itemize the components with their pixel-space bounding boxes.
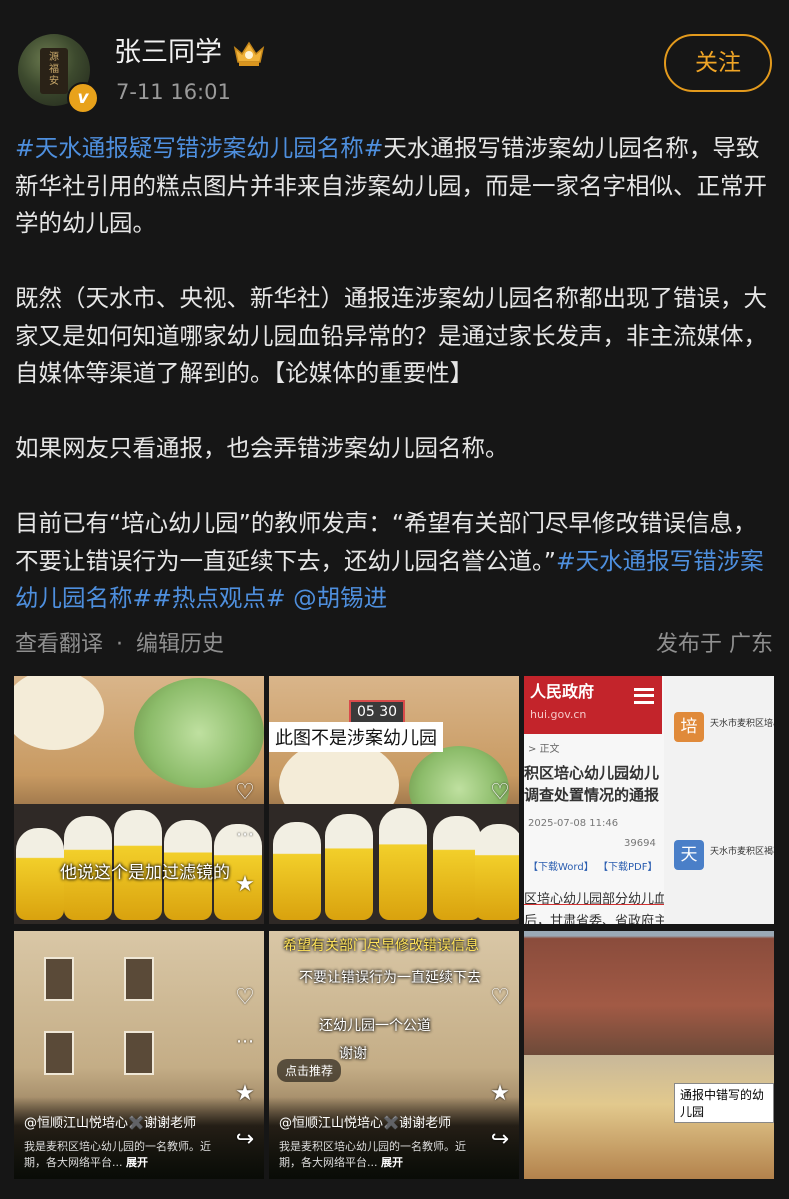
- breadcrumb: > 正文: [528, 744, 560, 755]
- video-caption: @恒顺江山悦培心✖️谢谢老师 我是麦积区培心幼儿园的一名教师。近期，各大网络平台…: [14, 1097, 264, 1179]
- article-body: 后，甘肃省委、省政府主: [524, 914, 668, 924]
- post-image-5[interactable]: 希望有关部门尽早修改错误信息 不要让错误行为一直延续下去 还幼儿园一个公道 谢谢…: [269, 931, 519, 1179]
- verified-v-icon: v: [67, 82, 99, 114]
- download-word-link[interactable]: 【下载Word】: [528, 858, 594, 873]
- kindergarten-badge: 天: [674, 840, 704, 870]
- gov-site-title: 人民政府: [530, 682, 595, 701]
- post-image-6[interactable]: 通报中错写的幼儿园: [524, 931, 774, 1179]
- star-icon[interactable]: ★: [232, 872, 258, 897]
- post-paragraph-1: #天水通报疑写错涉案幼儿园名称#天水通报写错涉案幼儿园名称，导致新华社引用的糕点…: [15, 130, 775, 243]
- gov-site-header: 人民政府 hui.gov.cn: [524, 676, 662, 734]
- follow-button[interactable]: 关注: [664, 34, 772, 92]
- post-image-1[interactable]: 他说这个是加过滤镜的 ♡ ⋯ ★: [14, 676, 264, 924]
- more-icon[interactable]: ⋯: [232, 824, 258, 845]
- download-pdf-link[interactable]: 【下载PDF】: [598, 858, 657, 873]
- post-paragraph-3: 如果网友只看通报，也会弄错涉案幼儿园名称。: [15, 434, 509, 462]
- image-overlay-text: 谢谢: [339, 1046, 367, 1062]
- kindergarten-badge: 培: [674, 712, 704, 742]
- heart-icon[interactable]: ♡: [487, 780, 513, 805]
- post-text: #天水通报疑写错涉案幼儿园名称#天水通报写错涉案幼儿园名称，导致新华社引用的糕点…: [15, 130, 775, 618]
- article-title: 调查处置情况的通报: [524, 786, 660, 804]
- image-overlay-text: 还幼儿园一个公道: [319, 1018, 431, 1034]
- publish-location: 发布于 广东: [656, 632, 773, 657]
- edit-history-link[interactable]: 编辑历史: [136, 632, 224, 657]
- post-header: 源 福 安 v 张三同学 7-11 16:01 关注: [0, 0, 789, 120]
- heart-icon[interactable]: ♡: [232, 985, 258, 1010]
- mention-link[interactable]: @胡锡进: [286, 584, 387, 612]
- share-icon[interactable]: ↪: [487, 1127, 513, 1152]
- image-overlay-text: 希望有关部门尽早修改错误信息: [283, 938, 479, 954]
- star-icon[interactable]: ★: [232, 1081, 258, 1106]
- hashtag-link[interactable]: #热点观点#: [152, 584, 285, 612]
- caption-username[interactable]: @恒顺江山悦培心✖️谢谢老师: [279, 1112, 451, 1131]
- hashtag-link[interactable]: #天水通报疑写错涉案幼儿园名称#: [15, 134, 383, 162]
- post-image-3[interactable]: 人民政府 hui.gov.cn > 正文 积区培心幼儿园幼儿 调查处置情况的通报…: [524, 676, 774, 924]
- post-paragraph-2: 既然（天水市、央视、新华社）通报连涉案幼儿园名称都出现了错误，大家又是如何知道哪…: [15, 284, 767, 387]
- expand-link[interactable]: 展开: [381, 1156, 403, 1169]
- red-building-photo: [524, 931, 774, 1055]
- kindergarten-name: 天水市麦积区培心: [710, 719, 774, 729]
- video-caption: @恒顺江山悦培心✖️谢谢老师 我是麦积区培心幼儿园的一名教师。近期，各大网络平台…: [269, 1097, 519, 1179]
- post-meta-row: 查看翻译 · 编辑历史 发布于 广东: [15, 626, 773, 660]
- article-body: 区培心幼儿园部分幼儿血: [524, 892, 668, 907]
- kindergarten-name: 天水市麦积区褐石: [710, 847, 774, 857]
- meta-separator: ·: [116, 632, 124, 657]
- recommend-button[interactable]: 点击推荐: [277, 1059, 342, 1082]
- article-date: 2025-07-08 11:46: [528, 818, 619, 829]
- image-label: 通报中错写的幼儿园: [674, 1083, 774, 1123]
- meta-left: 查看翻译 · 编辑历史: [15, 626, 224, 658]
- gov-article: > 正文 积区培心幼儿园幼儿 调查处置情况的通报 2025-07-08 11:4…: [524, 734, 667, 924]
- star-icon[interactable]: ★: [487, 1081, 513, 1106]
- caption-description: 我是麦积区培心幼儿园的一名教师。近期，各大网络平台... 展开: [24, 1140, 211, 1169]
- post-image-2[interactable]: 05 30 此图不是涉案幼儿园 ♡: [269, 676, 519, 924]
- image-overlay-text: 他说这个是加过滤镜的: [60, 863, 230, 883]
- image-overlay-text: 不要让错误行为一直延续下去: [299, 970, 481, 986]
- article-title: 积区培心幼儿园幼儿: [524, 764, 660, 782]
- share-icon[interactable]: ↪: [232, 1127, 258, 1152]
- avatar-text: 源 福 安: [49, 52, 59, 87]
- post-timestamp: 7-11 16:01: [116, 80, 231, 104]
- expand-link[interactable]: 展开: [126, 1156, 148, 1169]
- gov-site-url: hui.gov.cn: [530, 708, 587, 721]
- post-image-4[interactable]: @恒顺江山悦培心✖️谢谢老师 我是麦积区培心幼儿园的一名教师。近期，各大网络平台…: [14, 931, 264, 1179]
- heart-icon[interactable]: ♡: [487, 985, 513, 1010]
- plate: [14, 676, 104, 750]
- view-translation-link[interactable]: 查看翻译: [15, 632, 103, 657]
- menu-icon[interactable]: [634, 688, 654, 704]
- heart-icon[interactable]: ♡: [232, 780, 258, 805]
- crown-badge-icon: [233, 41, 265, 66]
- caption-description: 我是麦积区培心幼儿园的一名教师。近期，各大网络平台... 展开: [279, 1140, 466, 1169]
- buns-tray: [269, 804, 519, 924]
- date-sign: 05 30: [349, 700, 406, 724]
- more-icon[interactable]: ⋯: [232, 1031, 258, 1052]
- article-views: 39694: [624, 838, 656, 849]
- vegetable-salad: [134, 678, 264, 788]
- kindergarten-info-panel: 培 天水市麦积区培心 天 天水市麦积区褐石: [664, 676, 774, 924]
- image-overlay-text: 此图不是涉案幼儿园: [269, 722, 443, 752]
- post-paragraph-4: 目前已有“培心幼儿园”的教师发声：“希望有关部门尽早修改错误信息，不要让错误行为…: [15, 505, 775, 618]
- image-grid: 他说这个是加过滤镜的 ♡ ⋯ ★ 05 30 此图不是涉案幼儿园 ♡ 人民政府 …: [14, 676, 774, 1181]
- author-name[interactable]: 张三同学: [114, 34, 222, 72]
- caption-username[interactable]: @恒顺江山悦培心✖️谢谢老师: [24, 1112, 196, 1131]
